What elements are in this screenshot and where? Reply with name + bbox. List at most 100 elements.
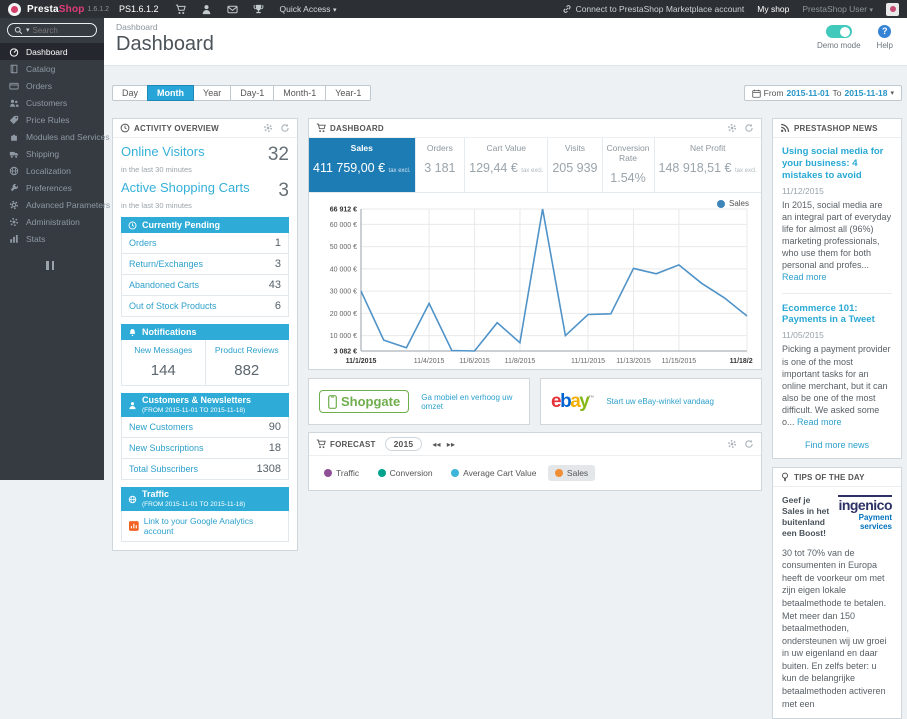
marketplace-connect-link[interactable]: Connect to PrestaShop Marketplace accoun…: [562, 4, 744, 14]
online-visitors-link[interactable]: Online Visitors: [121, 144, 205, 159]
kpi-visits[interactable]: Visits 205 939: [548, 138, 603, 192]
filter-month-button[interactable]: Month: [147, 85, 195, 101]
active-carts-value: 3: [278, 180, 289, 201]
chevron-down-icon[interactable]: ▾: [26, 26, 30, 34]
help-icon[interactable]: ?: [878, 25, 892, 38]
sidebar-item-localization[interactable]: Localization: [0, 162, 104, 179]
filter-year-1-button[interactable]: Year-1: [325, 85, 372, 101]
new-messages-link[interactable]: New Messages: [124, 345, 203, 355]
chart-legend[interactable]: Sales: [716, 199, 749, 208]
kpi-sales[interactable]: Sales 411 759,00 € tax excl.: [309, 138, 416, 192]
analytics-icon: [129, 521, 139, 531]
sidebar-item-dashboard[interactable]: Dashboard: [0, 43, 104, 60]
cart-icon[interactable]: [175, 4, 186, 15]
product-reviews-link[interactable]: Product Reviews: [208, 345, 287, 355]
sidebar-item-catalog[interactable]: Catalog: [0, 60, 104, 77]
forecast-legend-conversion[interactable]: Conversion: [371, 465, 440, 481]
read-more-link[interactable]: Read more: [782, 272, 827, 282]
forward-icon[interactable]: ▸▸: [447, 440, 455, 449]
search-input[interactable]: [32, 25, 90, 35]
date-range-picker[interactable]: From 2015-11-01 To 2015-11-18 ▾: [743, 85, 902, 101]
shopgate-link[interactable]: Ga mobiel en verhoog uw omzet: [421, 393, 519, 411]
ebay-promo-panel: ebay™ Start uw eBay-winkel vandaag: [540, 378, 762, 425]
returns-link[interactable]: Return/Exchanges: [129, 259, 203, 269]
sidebar-search[interactable]: ▾: [7, 23, 97, 37]
news-article: Ecommerce 101: Payments in a Tweet 11/05…: [782, 302, 892, 428]
demo-mode-toggle[interactable]: [825, 25, 852, 38]
quick-access-menu[interactable]: Quick Access ▾: [280, 4, 337, 14]
breadcrumb[interactable]: Dashboard: [116, 22, 895, 32]
forecast-legend-traffic[interactable]: Traffic: [317, 465, 366, 481]
news-article-title[interactable]: Using social media for your business: 4 …: [782, 146, 892, 182]
read-more-link[interactable]: Read more: [797, 417, 842, 427]
filter-month-1-button[interactable]: Month-1: [273, 85, 327, 101]
chevron-down-icon: ▾: [869, 7, 873, 14]
shopgate-logo: Shopgate: [319, 390, 410, 413]
dashboard-icon: [9, 47, 19, 57]
brand[interactable]: PrestaShop: [27, 4, 85, 15]
sidebar-item-administration[interactable]: Administration: [0, 213, 104, 230]
sidebar-item-preferences[interactable]: Preferences: [0, 179, 104, 196]
kpi-tabs: Sales 411 759,00 € tax excl. Orders 3 181 …: [309, 138, 761, 193]
my-shop-link[interactable]: My shop: [757, 4, 789, 14]
calendar-icon: [751, 89, 761, 98]
rewind-icon[interactable]: ◂◂: [432, 440, 440, 449]
legend-dot-icon: [324, 469, 332, 477]
find-more-news-link[interactable]: Find more news: [782, 440, 892, 450]
new-subscriptions-link[interactable]: New Subscriptions: [129, 443, 204, 453]
refresh-icon[interactable]: [744, 439, 754, 449]
trophy-icon[interactable]: [253, 4, 264, 15]
kpi-orders[interactable]: Orders 3 181: [416, 138, 466, 192]
abandoned-carts-link[interactable]: Abandoned Carts: [129, 280, 199, 290]
gear-icon[interactable]: [727, 439, 737, 449]
customers-row: Total Subscribers 1308: [121, 459, 289, 481]
globe-icon: [9, 166, 19, 175]
orders-link[interactable]: Orders: [129, 238, 157, 248]
gear-icon[interactable]: [263, 123, 273, 133]
ebay-link[interactable]: Start uw eBay-winkel vandaag: [606, 397, 714, 406]
kpi-net-profit[interactable]: Net Profit 148 918,51 € tax excl.: [655, 138, 762, 192]
wrench-icon: [10, 183, 19, 191]
out-of-stock-link[interactable]: Out of Stock Products: [129, 301, 217, 311]
forecast-legend-sales[interactable]: Sales: [547, 465, 596, 481]
kpi-conversion-rate[interactable]: Conversion Rate 1.54%: [603, 138, 655, 192]
prestashop-logo-icon[interactable]: [8, 2, 21, 16]
svg-text:11/13/2015: 11/13/2015: [616, 358, 651, 365]
refresh-icon[interactable]: [280, 123, 290, 133]
sidebar-item-modules[interactable]: Modules and Services: [0, 128, 110, 145]
filter-day-button[interactable]: Day: [112, 85, 149, 101]
customer-icon[interactable]: [201, 4, 212, 15]
sidebar-item-stats[interactable]: Stats: [0, 230, 104, 247]
new-customers-link[interactable]: New Customers: [129, 422, 193, 432]
tip-body: 30 tot 70% van de consumenten in Europa …: [782, 547, 887, 709]
sidebar-item-customers[interactable]: Customers: [0, 94, 104, 111]
envelope-icon[interactable]: [226, 4, 238, 15]
filter-day-1-button[interactable]: Day-1: [230, 85, 275, 101]
total-subscribers-link[interactable]: Total Subscribers: [129, 464, 198, 474]
active-carts-link[interactable]: Active Shopping Carts: [121, 180, 250, 195]
shop-version: PS1.6.1.2: [119, 4, 159, 14]
sidebar-collapse-button[interactable]: [46, 261, 58, 270]
news-article-title[interactable]: Ecommerce 101: Payments in a Tweet: [782, 303, 892, 327]
customers-row: New Subscriptions 18: [121, 438, 289, 460]
forecast-year[interactable]: 2015: [384, 437, 423, 451]
svg-text:10 000 €: 10 000 €: [330, 333, 357, 340]
kpi-cart-value[interactable]: Cart Value 129,44 € tax excl.: [465, 138, 549, 192]
link-icon: [563, 5, 571, 13]
refresh-icon[interactable]: [744, 123, 754, 133]
forecast-legend-average-cart-value[interactable]: Average Cart Value: [444, 465, 543, 481]
sidebar-item-orders[interactable]: Orders: [0, 77, 104, 94]
gear-icon[interactable]: [727, 123, 737, 133]
chevron-down-icon: ▾: [332, 7, 337, 14]
sidebar-item-advanced-parameters[interactable]: Advanced Parameters: [0, 196, 110, 213]
phone-icon: [328, 394, 337, 409]
sidebar-item-shipping[interactable]: Shipping: [0, 145, 104, 162]
filter-year-button[interactable]: Year: [193, 85, 232, 101]
avatar[interactable]: [886, 2, 899, 16]
forecast-panel: Forecast 2015 ◂◂ ▸▸ Traffic Conversion A…: [308, 432, 762, 491]
user-menu[interactable]: PrestaShop User ▾: [802, 4, 873, 14]
sidebar-item-price-rules[interactable]: Price Rules: [0, 111, 104, 128]
svg-text:66 912 €: 66 912 €: [330, 207, 357, 214]
svg-text:11/11/2015: 11/11/2015: [571, 358, 605, 365]
google-analytics-link[interactable]: Link to your Google Analytics account: [144, 516, 281, 536]
